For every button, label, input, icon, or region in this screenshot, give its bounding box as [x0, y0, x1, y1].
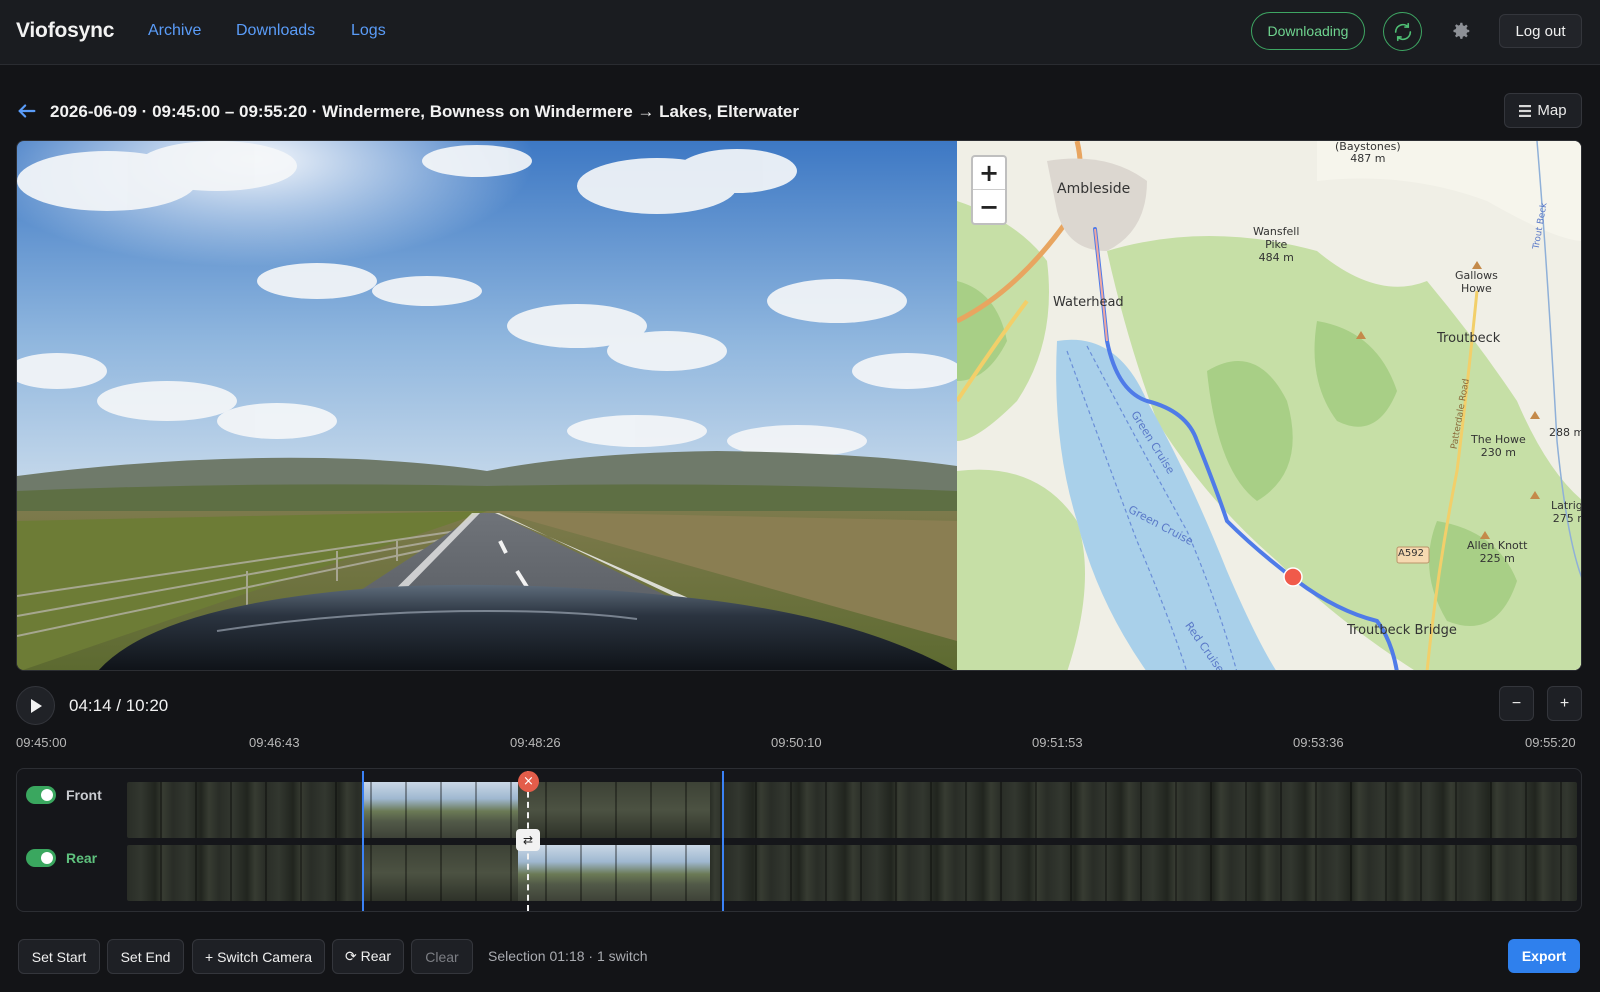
settings-button[interactable] — [1449, 19, 1473, 43]
nav-archive[interactable]: Archive — [148, 22, 201, 40]
map-label-text: Pike — [1265, 238, 1288, 251]
map-label-text: 484 m — [1258, 251, 1294, 264]
timeline-tick: 09:53:36 — [1293, 735, 1344, 750]
map-label-waterhead: Waterhead — [1053, 295, 1124, 310]
map-label-troutbeck-bridge: Troutbeck Bridge — [1347, 623, 1457, 638]
trip-title: 2026-06-09 · 09:45:00 – 09:55:20 · Winde… — [50, 102, 799, 121]
map-toggle-label: Map — [1537, 102, 1567, 119]
front-track-label: Front — [26, 786, 102, 804]
logout-button[interactable]: Log out — [1499, 14, 1582, 48]
timeline-tick: 09:50:10 — [771, 735, 822, 750]
map-label-text: 230 m — [1480, 446, 1516, 459]
video-frame — [17, 141, 957, 670]
map-label-gallows-howe: Gallows Howe — [1455, 269, 1498, 295]
map-zoom-control: + − — [971, 155, 1007, 225]
rear-track-label: Rear — [26, 849, 97, 867]
map-label-text: Wansfell — [1253, 225, 1300, 238]
sync-icon — [1394, 22, 1411, 41]
media-panel: + − (Baystones) 487 m Ambleside Wansfell… — [16, 140, 1582, 671]
map-label-text: Latrigg — [1551, 499, 1581, 512]
sync-button[interactable] — [1383, 12, 1422, 51]
gear-icon — [1453, 22, 1470, 39]
top-bar: Viofosync Archive Downloads Logs Downloa… — [0, 0, 1600, 65]
timeline-zoom-in-button[interactable]: + — [1547, 686, 1582, 721]
timeline-tick: 09:46:43 — [249, 735, 300, 750]
front-track-name: Front — [66, 787, 102, 803]
timeline-zoom-out-button[interactable]: − — [1499, 686, 1534, 721]
map-label-text: The Howe — [1471, 433, 1526, 446]
map-label-latrigg: Latrigg 275 m — [1551, 499, 1581, 525]
arrow-left-icon — [18, 104, 36, 118]
map-label-text: Gallows — [1455, 269, 1498, 282]
map-zoom-out-button[interactable]: − — [973, 190, 1005, 223]
nav-logs[interactable]: Logs — [351, 22, 386, 40]
rear-camera-button[interactable]: ⟳ Rear — [332, 939, 404, 974]
back-button[interactable] — [16, 100, 38, 122]
timeline-tick: 09:45:00 — [16, 735, 67, 750]
selection-start-handle[interactable] — [362, 771, 364, 911]
timeline-tick: 09:55:20 — [1525, 735, 1576, 750]
current-position-marker — [1283, 567, 1303, 587]
timeline-tick: 09:51:53 — [1032, 735, 1083, 750]
timeline-panel[interactable]: Front Rear — [16, 768, 1582, 912]
map-label-troutbeck: Troutbeck — [1437, 331, 1501, 346]
set-start-button[interactable]: Set Start — [18, 939, 100, 974]
set-end-button[interactable]: Set End — [107, 939, 184, 974]
nav-downloads[interactable]: Downloads — [236, 22, 315, 40]
dashcam-video[interactable] — [17, 141, 957, 670]
map-label-a592: A592 — [1398, 548, 1424, 559]
map-label-baystones: (Baystones) 487 m — [1335, 141, 1401, 165]
selection-info: Selection 01:18 · 1 switch — [488, 948, 648, 964]
list-icon — [1519, 104, 1532, 117]
front-track-toggle[interactable] — [26, 786, 56, 804]
rear-track-toggle[interactable] — [26, 849, 56, 867]
play-button[interactable] — [16, 686, 55, 725]
map-label-288: 288 m — [1549, 426, 1582, 439]
play-icon — [30, 698, 42, 713]
switch-camera-button[interactable]: + Switch Camera — [192, 939, 325, 974]
downloading-status-button[interactable]: Downloading — [1251, 12, 1365, 50]
rear-frame-dividers — [127, 845, 1577, 901]
playback-time: 04:14 / 10:20 — [69, 696, 169, 715]
selection-end-handle[interactable] — [722, 771, 724, 911]
map-zoom-in-button[interactable]: + — [973, 157, 1005, 190]
map-label-wansfell: Wansfell Pike 484 m — [1253, 225, 1299, 264]
map-label-text: 275 m — [1552, 512, 1581, 525]
swap-icon[interactable]: ⇄ — [516, 829, 540, 851]
map-toggle-button[interactable]: Map — [1504, 93, 1582, 128]
map-label-allen-knott: Allen Knott 225 m — [1467, 539, 1527, 565]
map-label-text: 225 m — [1479, 552, 1515, 565]
app-brand[interactable]: Viofosync — [16, 19, 114, 43]
remove-switch-icon[interactable]: × — [518, 771, 539, 792]
map-label-ambleside: Ambleside — [1057, 181, 1131, 197]
map-label-the-howe: The Howe 230 m — [1471, 433, 1526, 459]
route-map[interactable]: + − (Baystones) 487 m Ambleside Wansfell… — [957, 141, 1582, 670]
rear-track-name: Rear — [66, 850, 98, 866]
clear-button[interactable]: Clear — [411, 939, 473, 974]
export-button[interactable]: Export — [1508, 939, 1580, 973]
front-frame-dividers — [127, 782, 1577, 838]
timeline-tick: 09:48:26 — [510, 735, 561, 750]
map-label-text: Howe — [1461, 282, 1492, 295]
map-label-text: Allen Knott — [1467, 539, 1528, 552]
map-canvas — [957, 141, 1581, 670]
map-label-text: 487 m — [1350, 152, 1386, 165]
